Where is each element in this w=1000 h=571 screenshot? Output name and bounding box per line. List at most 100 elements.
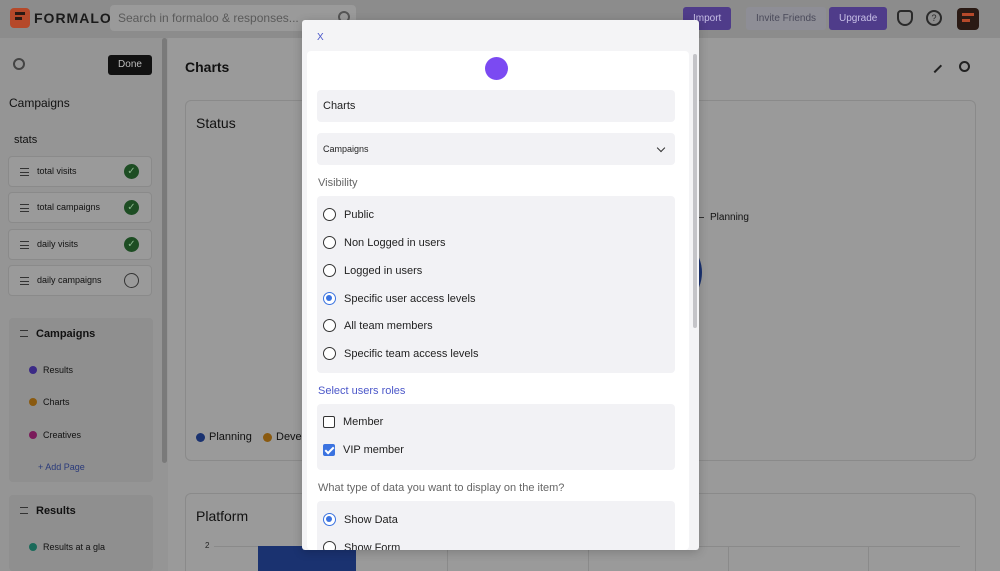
- sidebar-title: Campaigns: [9, 96, 70, 110]
- visibility-label: Visibility: [318, 177, 358, 189]
- data-type-question: What type of data you want to display on…: [318, 482, 565, 494]
- theme-icon[interactable]: [13, 58, 25, 70]
- legend-item-development[interactable]: Devel: [263, 431, 304, 443]
- invite-friends-button[interactable]: Invite Friends: [746, 7, 827, 30]
- add-page-link[interactable]: + Add Page: [38, 462, 85, 472]
- status-chart-title: Status: [196, 115, 236, 131]
- y-axis-tick: 2: [205, 541, 210, 550]
- option-label: Show Form: [344, 541, 401, 551]
- option-label: Member: [343, 416, 384, 428]
- radio-button-selected[interactable]: [323, 513, 336, 526]
- search-placeholder: Search in formaloo & responses...: [118, 11, 299, 25]
- check-icon: ✓: [124, 200, 139, 215]
- visibility-option-all-team-members[interactable]: All team members: [323, 319, 433, 332]
- stat-label: daily campaigns: [37, 275, 102, 285]
- option-label: Specific user access levels: [344, 292, 476, 305]
- select-user-roles-link[interactable]: Select users roles: [318, 385, 405, 397]
- sidebar-group-results: Results: [9, 495, 153, 571]
- sidebar-item-charts[interactable]: Charts: [29, 397, 70, 407]
- radio-button[interactable]: [323, 319, 336, 332]
- stat-item-daily-visits[interactable]: daily visits ✓: [8, 229, 152, 260]
- visibility-option-specific-user-access[interactable]: Specific user access levels: [323, 292, 475, 305]
- data-type-options: Show Data Show Form: [317, 501, 675, 550]
- title-input[interactable]: Charts: [317, 90, 675, 122]
- sidebar: [0, 38, 168, 571]
- settings-icon[interactable]: [959, 61, 970, 72]
- unchecked-circle-icon: [124, 273, 139, 288]
- color-picker-swatch[interactable]: [485, 57, 508, 80]
- stat-item-total-visits[interactable]: total visits ✓: [8, 156, 152, 187]
- roles-options: Member VIP member: [317, 404, 675, 470]
- drag-handle-icon[interactable]: [20, 330, 28, 337]
- data-type-option-show-form[interactable]: Show Form: [323, 541, 400, 550]
- option-label: Show Data: [344, 513, 398, 526]
- drag-handle-icon[interactable]: [20, 168, 29, 176]
- help-icon[interactable]: ?: [926, 10, 942, 26]
- stat-item-total-campaigns[interactable]: total campaigns ✓: [8, 192, 152, 223]
- group-title[interactable]: Campaigns: [36, 328, 95, 340]
- data-type-option-show-data[interactable]: Show Data: [323, 513, 398, 526]
- radio-button[interactable]: [323, 236, 336, 249]
- sidebar-item-results[interactable]: Results: [29, 365, 73, 375]
- title-input-value: Charts: [323, 100, 356, 112]
- drag-handle-icon[interactable]: [20, 204, 29, 212]
- legend-label: Devel: [276, 431, 305, 443]
- drag-handle-icon[interactable]: [20, 507, 28, 514]
- visibility-options: Public Non Logged in users Logged in use…: [317, 196, 675, 373]
- radio-button[interactable]: [323, 264, 336, 277]
- chart-settings-modal: X Charts Campaigns Visibility Public Non…: [302, 20, 699, 550]
- page-dot-icon: [29, 543, 37, 551]
- drag-handle-icon[interactable]: [20, 241, 29, 249]
- role-option-vip-member[interactable]: VIP member: [323, 444, 404, 456]
- table-select[interactable]: Campaigns: [317, 133, 675, 165]
- radio-button[interactable]: [323, 347, 336, 360]
- grid-line: [588, 547, 589, 571]
- legend-label: Planning: [209, 431, 252, 443]
- sidebar-item-results-at-a-glance[interactable]: Results at a gla: [29, 542, 105, 552]
- formaloo-logo-icon: [10, 8, 30, 28]
- edit-icon[interactable]: [927, 58, 943, 74]
- done-button[interactable]: Done: [108, 55, 152, 75]
- visibility-option-non-logged-in[interactable]: Non Logged in users: [323, 236, 446, 249]
- visibility-option-logged-in[interactable]: Logged in users: [323, 264, 422, 277]
- stats-heading: stats: [14, 134, 38, 146]
- modal-body: Charts Campaigns Visibility Public Non L…: [307, 51, 689, 550]
- legend-swatch: [196, 432, 205, 442]
- stat-label: total campaigns: [37, 202, 101, 212]
- legend-item-planning[interactable]: Planning: [196, 431, 252, 443]
- platform-chart-title: Platform: [196, 508, 249, 524]
- radio-button-selected[interactable]: [323, 292, 336, 305]
- radio-button[interactable]: [323, 541, 336, 550]
- sidebar-scrollbar[interactable]: [162, 38, 167, 463]
- option-label: Specific team access levels: [344, 347, 479, 360]
- chevron-down-icon: [656, 143, 666, 153]
- checkbox-checked[interactable]: [323, 444, 335, 456]
- upgrade-button[interactable]: Upgrade: [829, 7, 888, 30]
- brand-logo[interactable]: FORMALOO: [10, 8, 124, 28]
- option-label: VIP member: [343, 444, 404, 456]
- grid-line: [868, 547, 869, 571]
- visibility-option-specific-team-access[interactable]: Specific team access levels: [323, 347, 479, 360]
- user-avatar[interactable]: [957, 8, 979, 30]
- check-icon: ✓: [124, 164, 139, 179]
- visibility-option-public[interactable]: Public: [323, 208, 374, 221]
- modal-scrollbar[interactable]: [693, 54, 697, 328]
- sidebar-item-label: Results at a gla: [43, 542, 106, 552]
- drag-handle-icon[interactable]: [20, 277, 29, 285]
- stat-label: daily visits: [37, 239, 79, 249]
- page-dot-icon: [29, 366, 37, 374]
- badge-icon[interactable]: [897, 10, 913, 26]
- stat-item-daily-campaigns[interactable]: daily campaigns: [8, 265, 152, 296]
- role-option-member[interactable]: Member: [323, 416, 383, 428]
- legend-swatch: [263, 432, 272, 442]
- sidebar-item-creatives[interactable]: Creatives: [29, 430, 81, 440]
- option-label: All team members: [344, 319, 433, 332]
- option-label: Public: [344, 208, 374, 221]
- radio-button[interactable]: [323, 208, 336, 221]
- close-button[interactable]: X: [317, 32, 324, 43]
- sidebar-item-label: Results: [43, 365, 74, 375]
- check-icon: ✓: [124, 237, 139, 252]
- group-title[interactable]: Results: [36, 505, 76, 517]
- checkbox[interactable]: [323, 416, 335, 428]
- grid-line: [728, 547, 729, 571]
